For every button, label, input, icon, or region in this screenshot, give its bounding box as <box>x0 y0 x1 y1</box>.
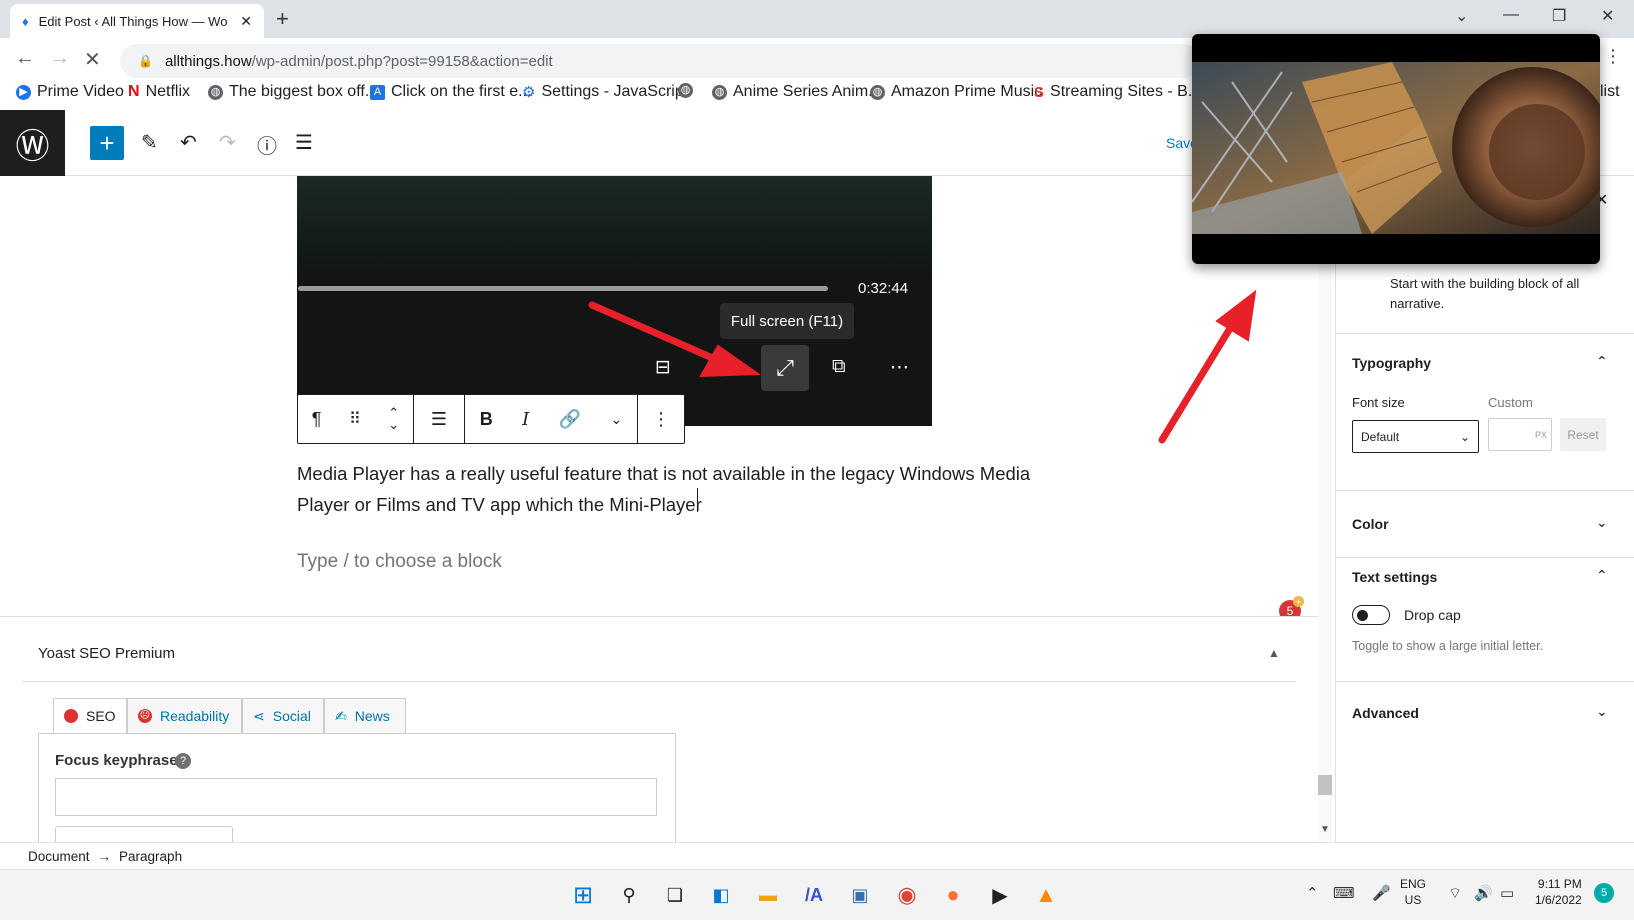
arrow-to-miniplayer <box>1158 321 1236 444</box>
task-view-icon[interactable]: ❏ <box>660 880 690 910</box>
help-icon[interactable]: ? <box>175 753 191 769</box>
arrow-head-fullscreen-icon <box>699 344 762 378</box>
wifi-icon[interactable]: ⌔ <box>1448 884 1462 903</box>
search-icon[interactable]: ⚲ <box>614 880 644 910</box>
block-breadcrumbs: Document → Paragraph <box>0 842 1634 869</box>
breadcrumb-arrow: → <box>97 848 112 864</box>
chevron-up-icon[interactable]: ⌃ <box>1596 353 1608 370</box>
chevron-down-icon[interactable]: ⌄ <box>1596 514 1608 531</box>
arrow-head-miniplayer-icon <box>1215 289 1257 342</box>
scroll-down-icon[interactable]: ▼ <box>1320 824 1330 835</box>
language: ENG <box>1400 877 1427 891</box>
battery-icon[interactable]: ▭ <box>1500 884 1514 902</box>
tab-label: News <box>354 708 390 724</box>
notification-center-badge[interactable]: 5 <box>1594 883 1614 903</box>
media-player-icon[interactable]: ▶ <box>985 880 1015 910</box>
chevron-up-icon[interactable]: ⌃ <box>1596 567 1608 584</box>
vlc-icon[interactable]: ▲ <box>1031 880 1061 910</box>
divider <box>1336 490 1634 491</box>
red-dot-icon <box>64 709 78 723</box>
collapse-icon[interactable]: ▲ <box>1268 646 1280 660</box>
start-icon[interactable]: ⊞ <box>568 880 598 910</box>
app-icon[interactable]: /A <box>799 880 829 910</box>
font-size-label: Font size <box>1352 395 1405 410</box>
custom-label: Custom <box>1488 395 1533 410</box>
tab-seo[interactable]: SEO <box>53 698 127 734</box>
chrome-icon[interactable]: ◉ <box>892 880 922 910</box>
divider <box>1336 333 1634 334</box>
advanced-heading[interactable]: Advanced <box>1352 705 1419 721</box>
show-hidden-icons-icon[interactable]: ⌃ <box>1306 884 1319 902</box>
breadcrumb-document[interactable]: Document <box>28 849 90 864</box>
block-description: Start with the building block of all nar… <box>1390 276 1580 311</box>
yoast-title[interactable]: Yoast SEO Premium <box>38 645 175 662</box>
focus-keyphrase-label: Focus keyphrase <box>55 752 178 769</box>
remote-desktop-icon[interactable]: ▣ <box>845 880 875 910</box>
divider <box>22 681 1296 682</box>
reset-button[interactable]: Reset <box>1560 418 1606 451</box>
tab-label: Readability <box>160 708 230 724</box>
arrow-to-fullscreen <box>588 301 721 364</box>
chevron-down-icon[interactable]: ⌄ <box>1596 703 1608 720</box>
font-size-select[interactable]: Default ⌄ <box>1352 420 1479 453</box>
tab-news[interactable]: ✍ News <box>324 698 406 734</box>
date: 1/6/2022 <box>1535 893 1582 907</box>
chevron-down-icon: ⌄ <box>1459 429 1470 444</box>
tab-social[interactable]: ⋖ Social <box>242 698 324 734</box>
font-size-value: Default <box>1361 429 1400 444</box>
toggle-knob <box>1357 610 1368 621</box>
language-indicator[interactable]: ENG US <box>1400 876 1426 908</box>
share-icon: ⋖ <box>253 707 265 724</box>
custom-font-size-input[interactable]: PX <box>1488 418 1552 451</box>
news-icon: ✍ <box>335 707 347 724</box>
divider <box>1336 557 1634 558</box>
volume-icon[interactable]: 🔊 <box>1474 884 1493 902</box>
firefox-icon[interactable]: ● <box>938 880 968 910</box>
drop-cap-label: Drop cap <box>1404 607 1461 623</box>
text-settings-heading[interactable]: Text settings <box>1352 569 1437 585</box>
scrollbar-thumb[interactable] <box>1318 775 1332 795</box>
file-explorer-icon[interactable]: ▬ <box>753 880 783 910</box>
region: US <box>1404 893 1422 907</box>
mini-player-video <box>1192 62 1600 234</box>
microphone-icon[interactable]: 🎤 <box>1372 884 1391 902</box>
typography-heading[interactable]: Typography <box>1352 355 1431 371</box>
tab-label: Social <box>272 708 311 724</box>
breadcrumb-paragraph[interactable]: Paragraph <box>119 849 182 864</box>
color-heading[interactable]: Color <box>1352 516 1389 532</box>
divider <box>1336 681 1634 682</box>
focus-keyphrase-input[interactable] <box>55 778 657 816</box>
keyboard-icon[interactable]: ⌨ <box>1333 884 1355 902</box>
tab-readability[interactable]: ☹ Readability <box>127 698 242 734</box>
widgets-icon[interactable]: ◧ <box>706 880 736 910</box>
editor-scrollbar[interactable] <box>1318 176 1332 842</box>
system-clock[interactable]: 9:11 PM 1/6/2022 <box>1535 876 1582 908</box>
sad-face-icon: ☹ <box>138 709 152 723</box>
drop-cap-help: Toggle to show a large initial letter. <box>1352 639 1544 653</box>
px-unit: PX <box>1534 429 1547 440</box>
time: 9:11 PM <box>1537 877 1582 891</box>
tab-label: SEO <box>86 708 116 724</box>
